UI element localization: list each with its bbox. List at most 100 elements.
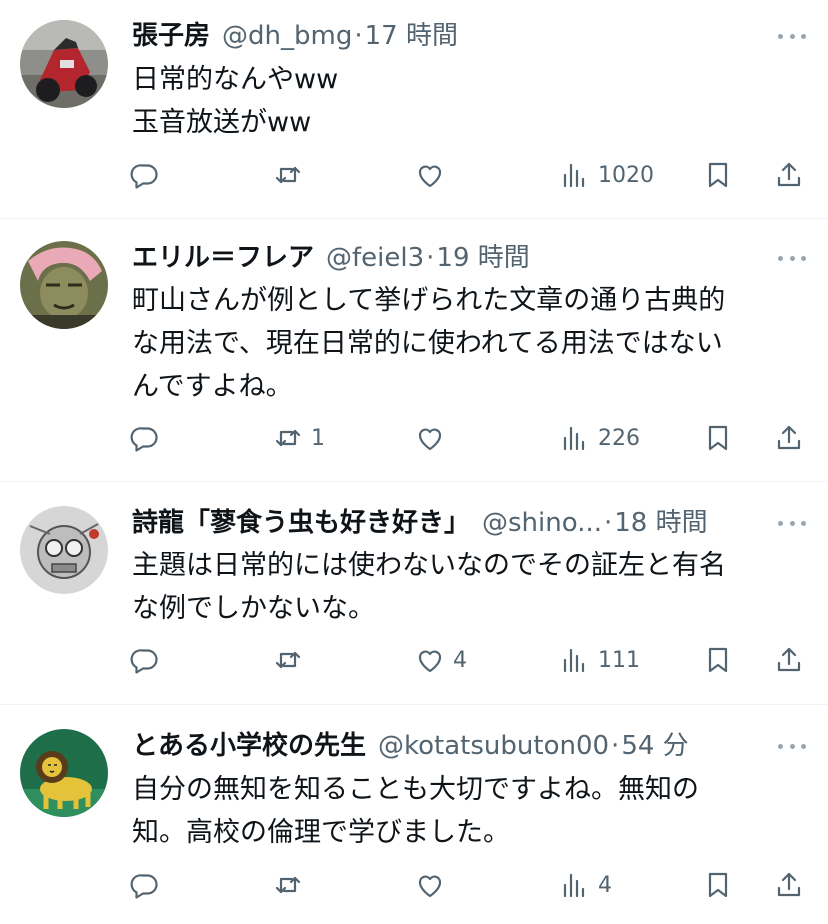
post-time[interactable]: 54 分 bbox=[621, 729, 688, 763]
post-text: 主題は日常的には使わないなのでその証左と有名 な例でしかないな。 bbox=[132, 544, 794, 630]
upload-arrow-icon bbox=[777, 872, 801, 897]
bar-chart-icon bbox=[563, 163, 585, 188]
share-button[interactable] bbox=[774, 867, 804, 903]
heart-icon bbox=[418, 428, 442, 451]
views-button[interactable]: 111 bbox=[560, 642, 640, 678]
view-count: 4 bbox=[598, 872, 612, 898]
post-header: とある小学校の先生 @kotatsubuton00 · 54 分 bbox=[132, 729, 770, 763]
views-button[interactable]: 4 bbox=[560, 867, 612, 903]
bar-chart-icon bbox=[563, 873, 585, 898]
share-button[interactable] bbox=[774, 420, 804, 456]
upload-arrow-icon bbox=[777, 647, 801, 672]
repost-arrows-icon bbox=[275, 876, 301, 894]
speech-bubble-icon bbox=[130, 649, 158, 674]
avatar[interactable] bbox=[20, 20, 108, 108]
separator-dot: · bbox=[426, 243, 435, 273]
post-time[interactable]: 18 時間 bbox=[614, 506, 707, 540]
post[interactable]: とある小学校の先生 @kotatsubuton00 · 54 分 自分の無知を知… bbox=[0, 705, 828, 924]
avatar[interactable] bbox=[20, 241, 108, 329]
action-bar: 4 bbox=[130, 867, 812, 903]
avatar[interactable] bbox=[20, 729, 108, 817]
author-name[interactable]: 詩龍「蓼食う虫も好き好き」 bbox=[132, 506, 470, 540]
like-count: 4 bbox=[453, 647, 467, 673]
views-button[interactable]: 226 bbox=[560, 420, 640, 456]
speech-bubble-icon bbox=[130, 164, 158, 189]
view-count: 226 bbox=[598, 425, 640, 451]
action-bar: 4 111 bbox=[130, 642, 812, 678]
author-name[interactable]: とある小学校の先生 bbox=[132, 729, 366, 763]
bookmark-icon bbox=[708, 872, 728, 898]
like-button[interactable] bbox=[415, 157, 445, 193]
repost-arrows-icon bbox=[275, 429, 301, 447]
author-name[interactable]: 張子房 bbox=[132, 19, 210, 53]
bar-chart-icon bbox=[563, 426, 585, 451]
post-text-line: 自分の無知を知ることも大切ですよね。無知の bbox=[132, 774, 699, 805]
action-bar: 1 226 bbox=[130, 420, 812, 456]
post[interactable]: エリル＝フレア @feiel3 · 19 時間 町山さんが例として挙げられた文章… bbox=[0, 219, 828, 482]
post-text: 自分の無知を知ることも大切ですよね。無知の 知。高校の倫理で学びました。 bbox=[132, 768, 794, 854]
post-text-line: な例でしかないな。 bbox=[132, 593, 375, 624]
post-header: 張子房 @dh_bmg · 17 時間 bbox=[132, 19, 770, 53]
post[interactable]: 詩龍「蓼食う虫も好き好き」 @shino... · 18 時間 主題は日常的には… bbox=[0, 482, 828, 705]
post-text-line: 日常的なんやww bbox=[132, 64, 339, 95]
repost-button[interactable] bbox=[273, 642, 303, 678]
reply-button[interactable] bbox=[130, 157, 160, 193]
reply-feed: 張子房 @dh_bmg · 17 時間 日常的なんやww 玉音放送がww 102… bbox=[0, 0, 828, 924]
separator-dot: · bbox=[611, 731, 620, 761]
views-button[interactable]: 1020 bbox=[560, 157, 654, 193]
post-text-line: 町山さんが例として挙げられた文章の通り古典的 bbox=[132, 285, 726, 316]
ellipsis-icon[interactable] bbox=[778, 513, 806, 533]
repost-button[interactable] bbox=[273, 867, 303, 903]
speech-bubble-icon bbox=[130, 427, 158, 452]
view-count: 1020 bbox=[598, 162, 654, 188]
post-text: 町山さんが例として挙げられた文章の通り古典的 な用法で、現在日常的に使われてる用… bbox=[132, 279, 794, 408]
share-button[interactable] bbox=[774, 157, 804, 193]
author-name[interactable]: エリル＝フレア bbox=[132, 241, 314, 275]
like-button[interactable] bbox=[415, 867, 445, 903]
share-button[interactable] bbox=[774, 642, 804, 678]
ellipsis-icon[interactable] bbox=[778, 736, 806, 756]
repost-arrows-icon bbox=[275, 651, 301, 669]
separator-dot: · bbox=[354, 21, 363, 51]
reply-button[interactable] bbox=[130, 642, 160, 678]
post-text-line: 玉音放送がww bbox=[132, 107, 312, 138]
repost-button[interactable] bbox=[273, 157, 303, 193]
author-handle[interactable]: @feiel3 bbox=[326, 241, 424, 275]
bookmark-icon bbox=[708, 162, 728, 188]
post-time[interactable]: 17 時間 bbox=[365, 19, 458, 53]
view-count: 111 bbox=[598, 647, 640, 673]
bookmark-icon bbox=[708, 647, 728, 673]
post-text-line: んですよね。 bbox=[132, 371, 293, 402]
like-button[interactable]: 4 bbox=[415, 642, 467, 678]
upload-arrow-icon bbox=[777, 162, 801, 187]
author-handle[interactable]: @dh_bmg bbox=[222, 19, 352, 53]
repost-button[interactable]: 1 bbox=[273, 420, 325, 456]
action-bar: 1020 bbox=[130, 157, 812, 193]
bookmark-button[interactable] bbox=[703, 420, 733, 456]
reply-button[interactable] bbox=[130, 867, 160, 903]
repost-count: 1 bbox=[311, 425, 325, 451]
bookmark-button[interactable] bbox=[703, 867, 733, 903]
ellipsis-icon[interactable] bbox=[778, 26, 806, 46]
bar-chart-icon bbox=[563, 648, 585, 673]
heart-icon bbox=[418, 650, 442, 673]
repost-arrows-icon bbox=[275, 166, 301, 184]
author-handle[interactable]: @kotatsubuton00 bbox=[378, 729, 609, 763]
upload-arrow-icon bbox=[777, 425, 801, 450]
reply-button[interactable] bbox=[130, 420, 160, 456]
post-time[interactable]: 19 時間 bbox=[436, 241, 529, 275]
separator-dot: · bbox=[604, 508, 613, 538]
ellipsis-icon[interactable] bbox=[778, 248, 806, 268]
avatar[interactable] bbox=[20, 506, 108, 594]
heart-icon bbox=[418, 875, 442, 898]
post-text: 日常的なんやww 玉音放送がww bbox=[132, 58, 794, 144]
bookmark-button[interactable] bbox=[703, 157, 733, 193]
post[interactable]: 張子房 @dh_bmg · 17 時間 日常的なんやww 玉音放送がww 102… bbox=[0, 0, 828, 219]
heart-icon bbox=[418, 165, 442, 188]
bookmark-button[interactable] bbox=[703, 642, 733, 678]
post-text-line: 知。高校の倫理で学びました。 bbox=[132, 817, 510, 848]
post-header: エリル＝フレア @feiel3 · 19 時間 bbox=[132, 241, 770, 275]
bookmark-icon bbox=[708, 425, 728, 451]
author-handle[interactable]: @shino... bbox=[482, 506, 602, 540]
like-button[interactable] bbox=[415, 420, 445, 456]
